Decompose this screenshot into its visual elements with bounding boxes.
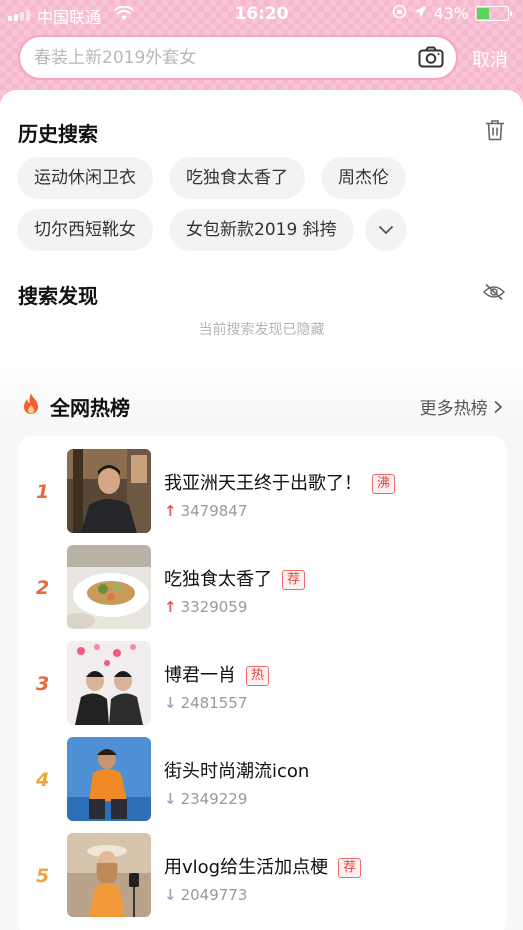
camera-icon[interactable] <box>418 46 444 72</box>
hot-list-item[interactable]: 2 吃独食太香了荐 ↑ 3329059 <box>18 545 506 641</box>
search-bar[interactable] <box>18 35 458 80</box>
trend-down-icon: ↓ <box>164 694 177 712</box>
history-title: 历史搜索 <box>18 122 98 146</box>
location-icon <box>413 4 427 23</box>
battery-icon <box>475 6 512 21</box>
hot-list-item[interactable]: 3 博君一肖热 ↓ 2481557 <box>18 641 506 737</box>
hot-item-title: 我亚洲天王终于出歌了！ <box>164 473 362 494</box>
trend-down-icon: ↓ <box>164 886 177 904</box>
search-input[interactable] <box>34 37 414 78</box>
expand-history-button[interactable] <box>365 209 407 251</box>
battery-percent: 43% <box>433 4 469 23</box>
chevron-right-icon <box>494 400 503 414</box>
hot-item-title: 街头时尚潮流icon <box>164 761 310 782</box>
discover-title: 搜索发现 <box>18 284 98 308</box>
hot-list-item[interactable]: 5 用vlog给生活加点梗荐 ↓ 2049773 <box>18 833 506 929</box>
eye-off-icon[interactable] <box>482 283 506 305</box>
trend-down-icon: ↓ <box>164 790 177 808</box>
hot-item-thumbnail <box>67 833 151 917</box>
fire-icon <box>20 392 42 420</box>
cancel-button[interactable]: 取消 <box>472 46 508 72</box>
history-chip[interactable]: 切尔西短靴女 <box>17 209 153 251</box>
history-chip[interactable]: 女包新款2019 斜挎 <box>169 209 354 251</box>
rank-number: 2 <box>36 577 50 599</box>
rank-number: 5 <box>36 865 50 887</box>
hot-badge: 热 <box>246 666 270 686</box>
hot-item-title: 吃独食太香了 <box>164 569 272 590</box>
trend-up-icon: ↑ <box>164 598 177 616</box>
hot-item-title: 博君一肖 <box>164 665 236 686</box>
trash-icon[interactable] <box>485 119 505 145</box>
hot-list-item[interactable]: 4 街头时尚潮流icon ↓ 2349229 <box>18 737 506 833</box>
history-chip[interactable]: 周杰伦 <box>321 157 406 199</box>
hot-item-thumbnail <box>67 641 151 725</box>
hot-item-count: 2049773 <box>180 886 248 904</box>
status-bar: 中国联通 16:20 43% <box>0 0 523 30</box>
rank-number: 3 <box>36 673 50 695</box>
hot-item-count: 3329059 <box>180 598 248 616</box>
discover-hidden-tip: 当前搜索发现已隐藏 <box>198 322 325 338</box>
hot-item-count: 2481557 <box>180 694 248 712</box>
hot-item-thumbnail <box>67 545 151 629</box>
hot-item-count: 2349229 <box>180 790 248 808</box>
hot-item-thumbnail <box>67 737 151 821</box>
more-hot-label: 更多热榜 <box>419 399 488 419</box>
hot-item-count: 3479847 <box>180 502 248 520</box>
hot-item-title: 用vlog给生活加点梗 <box>164 857 329 878</box>
hot-list-item[interactable]: 1 我亚洲天王终于出歌了！ 沸 ↑ 3479847 <box>18 449 506 545</box>
rank-number: 1 <box>36 481 50 503</box>
history-chip[interactable]: 运动休闲卫衣 <box>17 157 153 199</box>
chevron-down-icon <box>378 220 394 240</box>
rotation-lock-icon <box>392 4 407 23</box>
history-chip[interactable]: 吃独食太香了 <box>169 157 305 199</box>
hot-item-thumbnail <box>67 449 151 533</box>
rank-number: 4 <box>36 769 50 791</box>
hot-list-card: 1 我亚洲天王终于出歌了！沸 ↑ 3479847 2 吃独食太香了 荐 ↑ 33… <box>18 436 506 930</box>
more-hot-link[interactable]: 更多热榜 <box>420 394 503 419</box>
hot-badge: 荐 <box>338 858 362 878</box>
hot-badge: 沸 <box>372 474 396 494</box>
trend-up-icon: ↑ <box>164 502 177 520</box>
hot-badge: 荐 <box>282 570 306 590</box>
hot-list-title: 全网热榜 <box>50 396 130 420</box>
